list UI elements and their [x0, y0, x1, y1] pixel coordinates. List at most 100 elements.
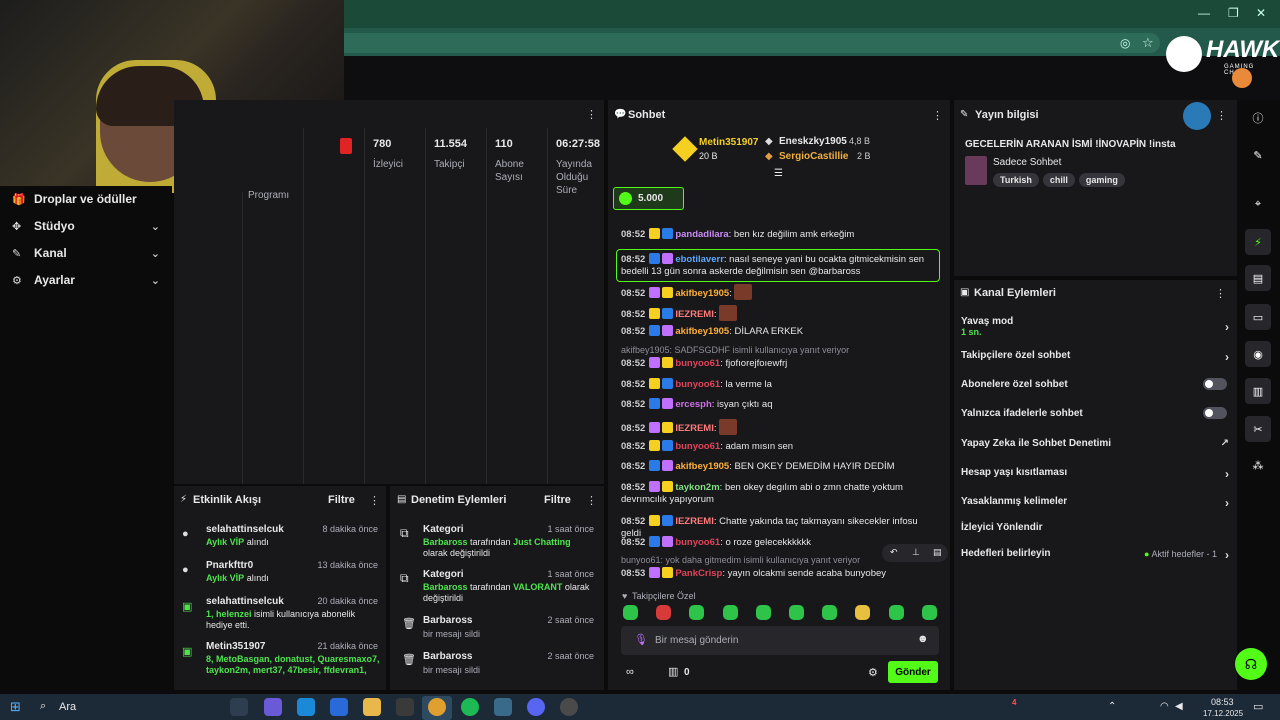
- minimize-icon[interactable]: —: [1198, 6, 1210, 20]
- message-username[interactable]: akifbey1905: [675, 461, 729, 472]
- steam-icon[interactable]: [494, 698, 512, 716]
- top-gifter-name[interactable]: Metin351907: [699, 137, 758, 148]
- more-icon[interactable]: ⋮: [932, 109, 943, 122]
- notification-icon[interactable]: ▭: [1253, 700, 1263, 713]
- xbox-icon[interactable]: [396, 698, 414, 716]
- emote-picker-icon[interactable]: [822, 605, 838, 620]
- restore-icon[interactable]: ❐: [1228, 6, 1239, 20]
- more-icon[interactable]: ⋮: [1215, 287, 1226, 300]
- moderation-actor[interactable]: Barbaross: [423, 582, 468, 592]
- eye-off-icon[interactable]: ◎: [1120, 36, 1130, 50]
- camera-icon[interactable]: ⌖: [1245, 191, 1271, 217]
- trash-icon[interactable]: ▤: [933, 547, 942, 558]
- channel-action-row[interactable]: Yasaklanmış kelimeler ›: [961, 496, 1229, 510]
- tag[interactable]: gaming: [1078, 173, 1125, 187]
- volume-icon[interactable]: ◀: [1175, 701, 1183, 712]
- emote-picker-icon[interactable]: [623, 605, 638, 620]
- emote-picker-icon[interactable]: [755, 605, 771, 620]
- obs-icon[interactable]: [560, 698, 578, 716]
- more-icon[interactable]: ⋮: [586, 494, 597, 507]
- more-icon[interactable]: ⋮: [1216, 109, 1227, 122]
- pin-icon[interactable]: ⊥: [912, 547, 920, 558]
- toggle-switch[interactable]: [1203, 407, 1227, 419]
- message-username[interactable]: akifbey1905: [675, 326, 729, 337]
- chat-message[interactable]: 08:52 bunyoo61: adam mısın sen: [621, 440, 936, 453]
- message-username[interactable]: IEZREMI: [675, 516, 714, 527]
- avatar[interactable]: [1232, 68, 1252, 88]
- channel-action-row[interactable]: Takipçilere özel sohbet ›: [961, 350, 1229, 364]
- message-username[interactable]: akifbey1905: [675, 288, 729, 299]
- toggle-switch[interactable]: [1203, 378, 1227, 390]
- chat-icon[interactable]: ▭: [1245, 304, 1271, 330]
- gear-icon[interactable]: ⚙: [868, 666, 878, 679]
- message-username[interactable]: bunyoo61: [675, 379, 720, 390]
- chat-message[interactable]: 08:52 pandadilara: ben kız değilim amk er…: [621, 228, 936, 241]
- message-username[interactable]: bunyoo61: [675, 358, 720, 369]
- message-username[interactable]: taykon2m: [675, 482, 719, 493]
- activity-user[interactable]: Metin351907: [206, 641, 265, 652]
- lightning-icon[interactable]: ⚡: [1245, 229, 1271, 255]
- channel-action-row[interactable]: Hesap yaşı kısıtlaması ›: [961, 467, 1229, 481]
- goal-badge[interactable]: 5.000: [613, 187, 684, 210]
- chat-message[interactable]: 08:52 IEZREMI:: [621, 419, 936, 435]
- message-username[interactable]: pandadilara: [675, 229, 728, 240]
- activity-filter-button[interactable]: Filtre: [328, 494, 355, 506]
- tag[interactable]: chill: [1042, 173, 1075, 187]
- sidebar-item-settings[interactable]: ⚙ Ayarlar ⌄: [12, 269, 160, 291]
- clock-time[interactable]: 08:53: [1211, 697, 1234, 707]
- message-username[interactable]: PankCrisp: [675, 568, 722, 579]
- chat-message[interactable]: 08:52 akifbey1905: BEN OKEY DEMEDİM HAYIR…: [621, 460, 936, 473]
- sidebar-item-drops[interactable]: 🎁 Droplar ve ödüller: [12, 188, 160, 210]
- tag[interactable]: Turkish: [993, 173, 1039, 187]
- category-thumbnail[interactable]: [965, 156, 987, 185]
- support-icon[interactable]: ☊: [1235, 648, 1267, 680]
- chevron-up-icon[interactable]: ⌃: [1108, 701, 1116, 712]
- copilot-icon[interactable]: [264, 698, 282, 716]
- expand-icon[interactable]: ☰: [774, 168, 783, 179]
- discord-icon[interactable]: [527, 698, 545, 716]
- emote-picker-icon[interactable]: [888, 605, 904, 620]
- chat-message[interactable]: 08:53 PankCrisp: yayın olcakmi sende acab…: [621, 567, 936, 580]
- message-username[interactable]: IEZREMI: [675, 309, 714, 320]
- chat-message[interactable]: 08:52 bunyoo61: fjofıorejfoıewfrj: [621, 357, 936, 370]
- emote-picker-icon[interactable]: [789, 605, 804, 620]
- emote-picker-icon[interactable]: [656, 605, 672, 620]
- chrome-icon[interactable]: [428, 698, 446, 716]
- broadcast-icon[interactable]: ◉: [1245, 341, 1271, 367]
- goals-row[interactable]: Hedefleri belirleyin ● Aktif hedefler - …: [961, 548, 1229, 562]
- chat-input-box[interactable]: 🎙 Bir mesaj gönderin ☻: [621, 626, 939, 655]
- category-name[interactable]: Sadece Sohbet: [993, 157, 1061, 168]
- windows-start-icon[interactable]: ⊞: [10, 699, 21, 715]
- activity-user[interactable]: Pnarkfttr0: [206, 560, 253, 571]
- kick-points-icon[interactable]: ∞: [626, 666, 634, 678]
- message-username[interactable]: bunyoo61: [675, 537, 720, 548]
- more-icon[interactable]: ⋮: [369, 494, 380, 507]
- moderation-actor[interactable]: Barbaross: [423, 537, 468, 547]
- message-username[interactable]: ebotilaverr: [675, 254, 724, 265]
- channel-action-row[interactable]: Yalnızca ifadelerle sohbet: [961, 407, 1229, 419]
- chat-message[interactable]: 08:52 ebotilaverr: nasıl seneye yani bu o…: [616, 249, 940, 282]
- channel-action-row[interactable]: Abonelere özel sohbet: [961, 378, 1229, 390]
- moderation-filter-button[interactable]: Filtre: [544, 494, 571, 506]
- chat-message[interactable]: 08:52 akifbey1905: DİLARA ERKEK: [621, 325, 936, 338]
- emoji-icon[interactable]: ☻: [917, 633, 929, 645]
- activity-user[interactable]: selahattinselcuk: [206, 596, 284, 607]
- more-icon[interactable]: ⋮: [586, 108, 597, 121]
- emote-picker-icon[interactable]: [722, 605, 738, 620]
- channel-action-row[interactable]: İzleyici Yönlendir: [961, 522, 1229, 533]
- send-button[interactable]: Gönder: [888, 661, 938, 683]
- edit-icon[interactable]: ✎: [1245, 142, 1271, 168]
- clock-date[interactable]: 17.12.2025: [1203, 709, 1243, 718]
- wifi-icon[interactable]: ◠: [1160, 701, 1169, 712]
- chat-message[interactable]: 08:52 taykon2m: ben okey degılım abi o zm…: [621, 481, 936, 506]
- sidebar-item-channel[interactable]: ✎ Kanal ⌄: [12, 242, 160, 264]
- emote-picker-icon[interactable]: [689, 605, 705, 620]
- message-username[interactable]: ercesph: [675, 399, 711, 410]
- search-icon[interactable]: ⌕: [40, 700, 46, 713]
- gifter-name[interactable]: SergioCastillie: [779, 151, 848, 162]
- chat-message[interactable]: 08:52 bunyoo61: la verme la: [621, 378, 936, 391]
- chat-message[interactable]: 08:52 akifbey1905:: [621, 284, 936, 300]
- task-view-icon[interactable]: [230, 698, 248, 716]
- activity-user[interactable]: selahattinselcuk: [206, 524, 284, 535]
- emote-picker-icon[interactable]: [921, 605, 937, 620]
